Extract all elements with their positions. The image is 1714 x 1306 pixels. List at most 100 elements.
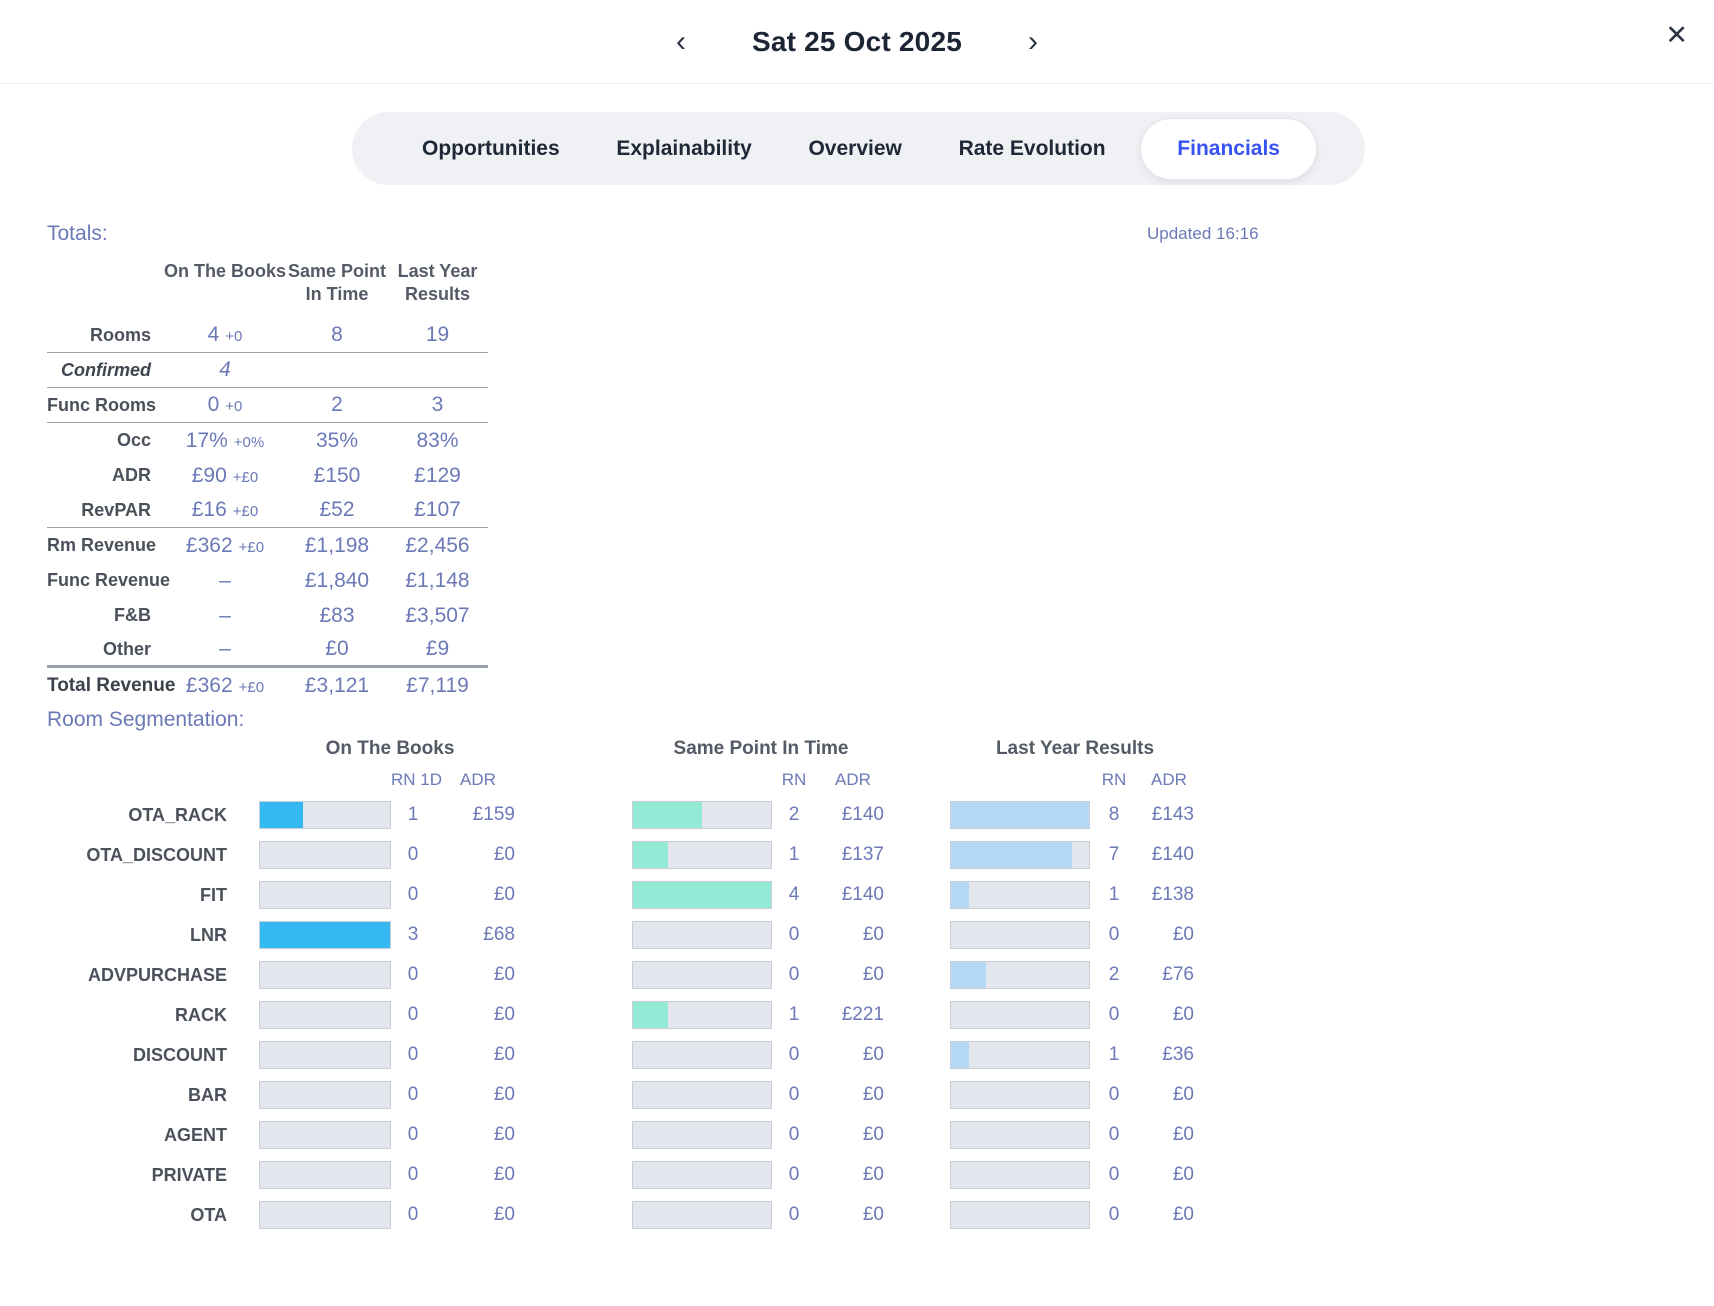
otb-delta: +£0: [233, 469, 258, 486]
seg-row: LNR3£680£00£0: [60, 915, 1200, 955]
group-title-on-the-books: On The Books: [259, 738, 521, 760]
spit-rn-value: 0: [772, 924, 816, 946]
table-row: Confirmed4: [47, 353, 488, 388]
seg-row: ADVPURCHASE0£00£02£76: [60, 955, 1200, 995]
otb-delta: +£0: [233, 503, 258, 520]
segmentation-title: Room Segmentation:: [47, 708, 244, 732]
otb-adr-value: £0: [435, 964, 521, 986]
table-row: ADR£90+£0£150£129: [47, 458, 488, 493]
spit-value: 2: [287, 393, 387, 417]
ly-rn-value: 0: [1090, 1004, 1138, 1026]
ly-bar-fill: [951, 962, 986, 988]
ly-bar-track: [950, 801, 1090, 829]
row-label: Occ: [47, 430, 163, 451]
ly-adr-value: £138: [1138, 884, 1200, 906]
otb-adr-value: £0: [435, 884, 521, 906]
otb-value: £90 +£0: [163, 464, 287, 488]
ly-value: £129: [387, 464, 488, 488]
ly-bar-track: [950, 841, 1090, 869]
seg-row-label: OTA: [60, 1205, 227, 1226]
spit-bar-fill: [633, 802, 702, 828]
table-row: Other–£0£9: [47, 633, 488, 668]
otb-main-value: £90: [192, 464, 227, 488]
spit-adr-value: £0: [816, 1204, 890, 1226]
otb-bar-track: [259, 1081, 391, 1109]
otb-main-value: £362: [186, 534, 233, 558]
spit-value: 35%: [287, 429, 387, 453]
ly-value: 3: [387, 393, 488, 417]
row-label: Rooms: [47, 325, 163, 346]
row-label: Rm Revenue: [47, 535, 163, 556]
col-header-last-year-results: Last Year Results: [387, 260, 488, 305]
otb-bar-track: [259, 1001, 391, 1029]
spit-rn-value: 0: [772, 1164, 816, 1186]
otb-delta: +0: [225, 328, 242, 345]
seg-row: AGENT0£00£00£0: [60, 1115, 1200, 1155]
chevron-left-icon[interactable]: ‹: [668, 23, 694, 61]
ly-bar-track: [950, 1081, 1090, 1109]
tab-explainability[interactable]: Explainability: [594, 119, 773, 179]
ly-rn-value: 1: [1090, 1044, 1138, 1066]
seg-row: OTA_DISCOUNT0£01£1377£140: [60, 835, 1200, 875]
spit-adr-value: £0: [816, 1044, 890, 1066]
table-row: F&B–£83£3,507: [47, 598, 488, 633]
otb-rn-value: 1: [391, 804, 435, 826]
seg-row: DISCOUNT0£00£01£36: [60, 1035, 1200, 1075]
table-row: Rooms4+0819: [47, 318, 488, 353]
otb-delta: +0: [225, 398, 242, 415]
spit-adr-value: £221: [816, 1004, 890, 1026]
tab-overview[interactable]: Overview: [786, 119, 923, 179]
otb-bar-track: [259, 1201, 391, 1229]
otb-main-value: 4: [219, 358, 231, 382]
otb-value: £362+£0: [163, 674, 287, 698]
tab-opportunities[interactable]: Opportunities: [400, 119, 582, 179]
seg-row-label: LNR: [60, 925, 227, 946]
ly-adr-value: £0: [1138, 1204, 1200, 1226]
spit-bar-track: [632, 801, 772, 829]
tab-bar: OpportunitiesExplainabilityOverviewRate …: [352, 112, 1365, 185]
spit-bar-track: [632, 1041, 772, 1069]
seg-row-label: ADVPURCHASE: [60, 965, 227, 986]
otb-rn-value: 0: [391, 1204, 435, 1226]
otb-delta: +0%: [234, 434, 264, 451]
otb-bar-track: [259, 801, 391, 829]
tab-rate-evolution[interactable]: Rate Evolution: [937, 119, 1128, 179]
otb-rn-value: 0: [391, 1044, 435, 1066]
otb-bar-fill: [260, 802, 303, 828]
ly-value: £7,119: [387, 674, 488, 698]
segmentation-subheader-row: RN 1D ADR RN ADR RN ADR: [60, 765, 1200, 795]
otb-adr-value: £0: [435, 1164, 521, 1186]
tab-financials[interactable]: Financials: [1140, 118, 1317, 180]
ly-adr-value: £76: [1138, 964, 1200, 986]
adr-header-ly: ADR: [1138, 770, 1200, 790]
chevron-right-icon[interactable]: ›: [1020, 23, 1046, 61]
rn-header-ly: RN: [1090, 770, 1138, 790]
spit-bar-track: [632, 1161, 772, 1189]
col-header-on-the-books: On The Books: [163, 260, 287, 283]
spit-value: £150: [287, 464, 387, 488]
otb-bar-track: [259, 961, 391, 989]
row-label: Total Revenue: [47, 675, 163, 697]
ly-bar-fill: [951, 1042, 969, 1068]
otb-rn-value: 0: [391, 1124, 435, 1146]
table-row: Func Rooms0+023: [47, 388, 488, 423]
ly-adr-value: £140: [1138, 844, 1200, 866]
seg-row: PRIVATE0£00£00£0: [60, 1155, 1200, 1195]
otb-rn-value: 0: [391, 844, 435, 866]
row-label: Func Rooms: [47, 395, 163, 416]
ly-bar-fill: [951, 802, 1089, 828]
otb-delta: +£0: [239, 679, 264, 696]
ly-bar-track: [950, 1201, 1090, 1229]
updated-timestamp: Updated 16:16: [1147, 224, 1259, 244]
otb-rn-value: 0: [391, 1004, 435, 1026]
date-navigation: ‹ Sat 25 Oct 2025 ›: [0, 0, 1714, 84]
spit-adr-value: £140: [816, 884, 890, 906]
ly-bar-track: [950, 1001, 1090, 1029]
close-icon[interactable]: ✕: [1665, 22, 1688, 49]
spit-value: £3,121: [287, 674, 387, 698]
otb-value: 4+0: [163, 323, 287, 347]
ly-rn-value: 0: [1090, 1084, 1138, 1106]
totals-title: Totals:: [47, 222, 108, 246]
date-title: Sat 25 Oct 2025: [752, 26, 962, 58]
spit-bar-track: [632, 1001, 772, 1029]
